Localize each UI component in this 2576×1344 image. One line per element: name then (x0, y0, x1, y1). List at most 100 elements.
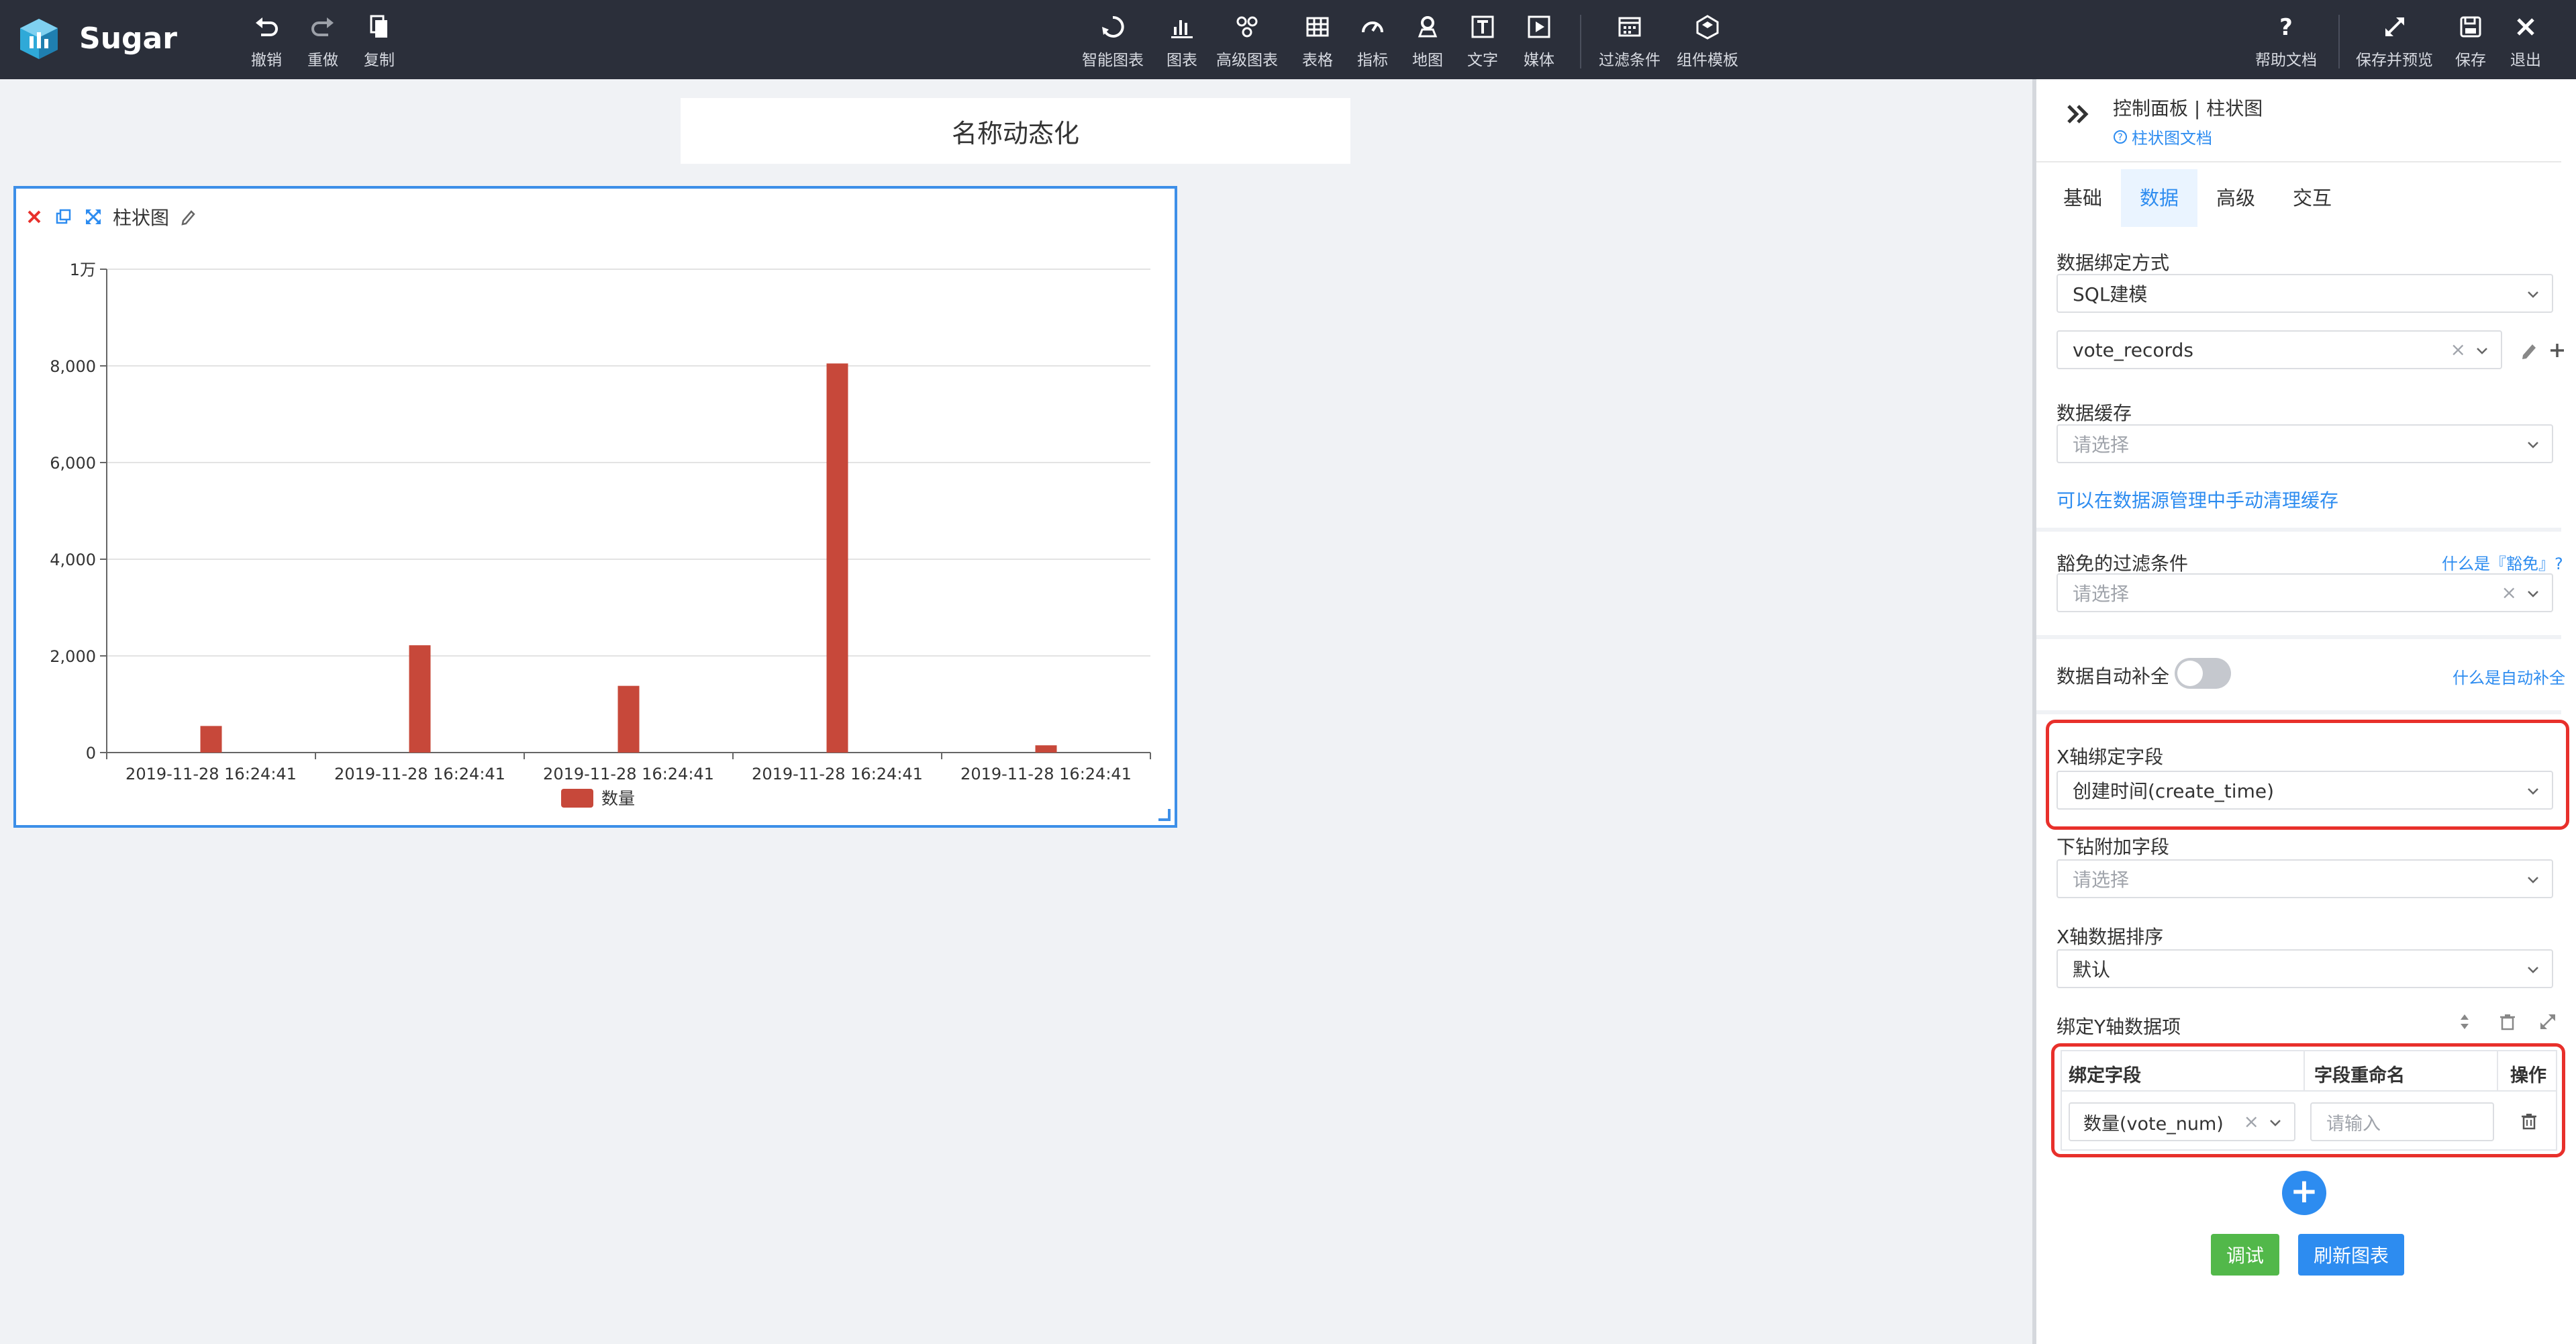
expand-y-items-button[interactable] (2536, 1010, 2560, 1034)
debug-button[interactable]: 调试 (2211, 1234, 2279, 1276)
cache-label: 数据缓存 (2057, 402, 2132, 424)
clear-icon[interactable]: × (2450, 338, 2466, 361)
section-divider (2036, 710, 2561, 714)
bar-chart-card[interactable]: 0 2,000 4,000 6,000 8,000 1万 2019-11-28 16:24:… (13, 186, 1177, 828)
section-divider (2036, 528, 2561, 532)
advanced-chart-button[interactable]: 高级图表 (1216, 12, 1278, 71)
redo-icon (308, 12, 338, 42)
x-axis-field-label: X轴绑定字段 (2057, 746, 2164, 768)
bar-chart: 0 2,000 4,000 6,000 8,000 1万 2019-11-28 16:24:… (50, 260, 1151, 808)
redo-button[interactable]: 重做 (307, 12, 338, 71)
y-tick-label: 8,000 (50, 357, 96, 376)
cache-select[interactable]: 请选择 (2057, 424, 2553, 463)
gauge-icon (1358, 12, 1387, 42)
bar (617, 685, 640, 753)
bar (200, 726, 222, 753)
x-tick-label: 2019-11-28 16:24:41 (960, 765, 1132, 783)
chart-card-title: 柱状图 (113, 207, 170, 229)
x-sort-label: X轴数据排序 (2057, 926, 2164, 948)
table-button[interactable]: 表格 (1302, 12, 1333, 71)
chart-label: 图表 (1167, 52, 1197, 69)
tab-advanced[interactable]: 高级 (2197, 169, 2274, 227)
edit-pencil-icon (2522, 344, 2536, 359)
tab-basic[interactable]: 基础 (2044, 169, 2121, 227)
template-button[interactable]: 组件模板 (1677, 12, 1738, 71)
panel-tabs: 基础 数据 高级 交互 (2036, 169, 2561, 227)
clear-cache-link[interactable]: 可以在数据源管理中手动清理缓存 (2057, 486, 2338, 513)
exit-button[interactable]: 退出 (2510, 12, 2541, 71)
help-button[interactable]: ? 帮助文档 (2255, 12, 2317, 71)
copy-button[interactable]: 复制 (364, 12, 395, 71)
drill-field-select[interactable]: 请选择 (2057, 859, 2553, 898)
filter-label: 过滤条件 (1599, 52, 1661, 69)
delete-y-item-button[interactable] (2517, 1109, 2541, 1133)
close-icon (2511, 12, 2540, 42)
save-label: 保存 (2455, 52, 2486, 69)
help-label: 帮助文档 (2255, 52, 2317, 69)
y-field-rename-input[interactable]: 请输入 (2310, 1102, 2494, 1141)
y-tick-label: 4,000 (50, 550, 96, 569)
x-sort-select[interactable]: 默认 (2057, 949, 2553, 988)
table-icon (1303, 12, 1332, 42)
filter-button[interactable]: 过滤条件 (1599, 12, 1661, 71)
y-table-col-divider (2303, 1051, 2305, 1092)
chart-doc-link[interactable]: ? 柱状图文档 (2113, 125, 2212, 148)
y-tick-label: 0 (86, 744, 96, 763)
fullscreen-icon[interactable] (83, 207, 103, 227)
clear-icon[interactable]: × (2501, 581, 2517, 604)
edit-pencil-icon[interactable] (179, 207, 199, 227)
expand-icon (2380, 12, 2410, 42)
dynamic-title-card[interactable]: 名称动态化 (681, 98, 1350, 164)
control-panel: 控制面板 | 柱状图 ? 柱状图文档 基础 数据 高级 交互 数据绑定方式 SQ… (2032, 79, 2576, 1344)
template-label: 组件模板 (1677, 52, 1738, 69)
y-table-header-rename: 字段重命名 (2314, 1065, 2405, 1086)
refresh-chart-button[interactable]: 刷新图表 (2298, 1234, 2404, 1276)
svg-text:?: ? (2279, 14, 2293, 40)
bar (826, 363, 848, 753)
bar (409, 645, 431, 753)
copy-icon (364, 12, 394, 42)
media-label: 媒体 (1524, 52, 1554, 69)
gauge-button[interactable]: 指标 (1357, 12, 1388, 71)
binding-method-select[interactable]: SQL建模 (2057, 274, 2553, 313)
map-icon (1413, 12, 1442, 42)
panel-title: 控制面板 | 柱状图 (2113, 97, 2263, 119)
model-select[interactable]: vote_records × (2057, 330, 2502, 369)
delete-icon[interactable] (24, 207, 44, 227)
autofill-toggle[interactable] (2175, 658, 2231, 689)
save-button[interactable]: 保存 (2455, 12, 2486, 71)
collapse-panel-icon[interactable] (2065, 101, 2091, 128)
toolbar-divider (2338, 15, 2340, 68)
map-button[interactable]: 地图 (1412, 12, 1443, 71)
exempt-help-link[interactable]: 什么是『豁免』? (2442, 550, 2563, 574)
sort-y-items-button[interactable] (2453, 1010, 2477, 1034)
add-model-button[interactable] (2545, 338, 2569, 363)
chevron-down-icon (2270, 1120, 2281, 1126)
chart-button[interactable]: 图表 (1167, 12, 1197, 71)
undo-button[interactable]: 撤销 (251, 12, 282, 71)
clear-y-items-button[interactable] (2495, 1010, 2520, 1034)
x-tick-label: 2019-11-28 16:24:41 (334, 765, 505, 783)
smart-chart-button[interactable]: 智能图表 (1082, 12, 1144, 71)
save-preview-button[interactable]: 保存并预览 (2356, 12, 2433, 71)
clear-icon[interactable]: × (2244, 1110, 2259, 1133)
text-label: 文字 (1467, 52, 1498, 69)
x-axis-field-select[interactable]: 创建时间(create_time) (2057, 771, 2553, 810)
autofill-help-link[interactable]: 什么是自动补全 (2453, 665, 2565, 688)
media-button[interactable]: 媒体 (1524, 12, 1554, 71)
map-label: 地图 (1412, 52, 1443, 69)
chevron-down-icon (2528, 591, 2538, 597)
y-field-select[interactable]: 数量(vote_num) × (2069, 1102, 2295, 1141)
edit-model-button[interactable] (2517, 338, 2541, 363)
resize-handle[interactable] (1158, 809, 1171, 821)
legend-swatch (561, 789, 593, 808)
sugar-logo-icon (20, 19, 58, 59)
add-y-item-button[interactable]: + (2282, 1171, 2326, 1215)
plus-icon (2550, 344, 2564, 357)
duplicate-icon[interactable] (54, 207, 74, 227)
tab-interaction[interactable]: 交互 (2274, 169, 2350, 227)
advanced-chart-label: 高级图表 (1216, 52, 1278, 69)
exempt-filter-select[interactable]: 请选择 × (2057, 573, 2553, 612)
tab-data[interactable]: 数据 (2121, 169, 2198, 227)
text-button[interactable]: 文字 (1467, 12, 1498, 71)
